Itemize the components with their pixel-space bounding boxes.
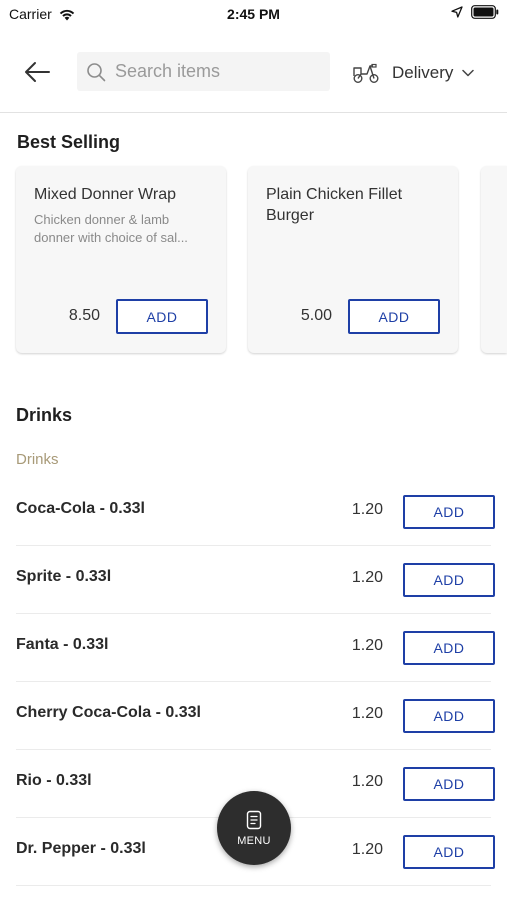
item-name: Mixed Donner Wrap (34, 186, 176, 203)
scooter-icon (353, 63, 379, 83)
add-button[interactable]: ADD (403, 631, 495, 665)
item-name: Cherry Coca-Cola - 0.33l (16, 704, 201, 721)
add-button[interactable]: ADD (403, 767, 495, 801)
row-divider (16, 885, 491, 886)
location-arrow-icon (451, 6, 463, 18)
best-selling-card-partial[interactable] (481, 166, 507, 353)
best-selling-card[interactable]: Mixed Donner Wrap Chicken donner & lamb … (16, 166, 226, 353)
add-button[interactable]: ADD (403, 835, 495, 869)
list-item[interactable]: Coca-Cola - 0.33l 1.20 ADD (0, 478, 507, 546)
delivery-mode-label: Delivery (392, 63, 454, 82)
add-button[interactable]: ADD (403, 495, 495, 529)
item-price: 1.20 (351, 705, 383, 722)
item-name: Rio - 0.33l (16, 772, 92, 789)
drinks-subcategory: Drinks (16, 451, 59, 468)
item-name: Coca-Cola - 0.33l (16, 500, 145, 517)
best-selling-card[interactable]: Plain Chicken Fillet Burger 5.00 ADD (248, 166, 458, 353)
chevron-down-icon (462, 69, 475, 77)
menu-label: MENU (237, 834, 271, 847)
status-icons (451, 5, 499, 19)
search-box[interactable] (77, 52, 330, 91)
item-name: Fanta - 0.33l (16, 636, 109, 653)
list-item[interactable]: Cherry Coca-Cola - 0.33l 1.20 ADD (0, 682, 507, 750)
best-selling-title: Best Selling (17, 132, 121, 152)
item-name: Plain Chicken Fillet Burger (266, 186, 403, 224)
search-input[interactable] (115, 61, 315, 82)
add-button[interactable]: ADD (116, 299, 208, 334)
list-item[interactable]: Sprite - 0.33l 1.20 ADD (0, 546, 507, 614)
list-item[interactable]: Fanta - 0.33l 1.20 ADD (0, 614, 507, 682)
item-price: 8.50 (68, 307, 100, 324)
menu-icon (246, 810, 262, 829)
back-arrow-icon (25, 62, 50, 82)
item-price: 1.20 (351, 841, 383, 858)
delivery-mode-selector[interactable]: Delivery (352, 60, 475, 86)
add-button[interactable]: ADD (403, 699, 495, 733)
back-button[interactable] (20, 57, 54, 87)
item-price: 1.20 (351, 637, 383, 654)
item-name: Dr. Pepper - 0.33l (16, 840, 146, 857)
header: Delivery (0, 40, 507, 112)
item-price: 5.00 (300, 307, 332, 324)
add-button[interactable]: ADD (348, 299, 440, 334)
menu-button[interactable]: MENU (217, 791, 291, 865)
item-description: Chicken donner & lamb donner with choice… (34, 212, 188, 245)
battery-icon (471, 5, 499, 19)
item-price: 1.20 (351, 773, 383, 790)
drinks-title: Drinks (16, 405, 73, 425)
clock: 2:45 PM (227, 6, 280, 22)
item-name: Sprite - 0.33l (16, 568, 112, 585)
status-bar: Carrier 2:45 PM (0, 0, 507, 28)
item-price: 1.20 (351, 569, 383, 586)
item-price: 1.20 (351, 501, 383, 518)
header-divider (0, 112, 507, 113)
add-button[interactable]: ADD (403, 563, 495, 597)
search-icon (87, 62, 106, 81)
